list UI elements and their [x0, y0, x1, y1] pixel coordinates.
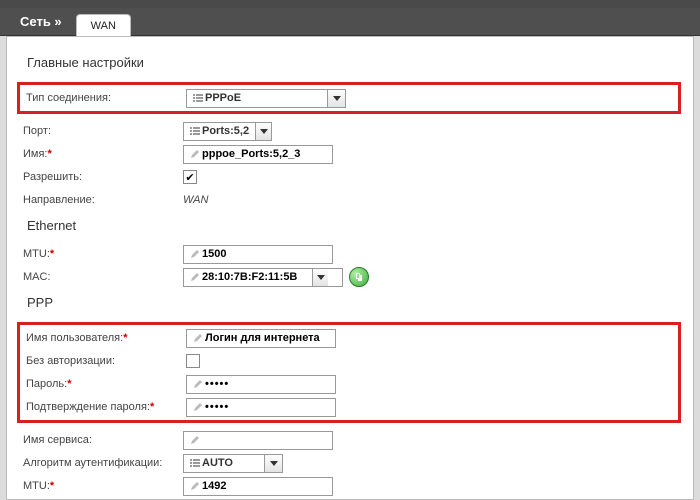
- input-password-confirm-field[interactable]: [205, 401, 325, 413]
- checkbox-noauth[interactable]: [186, 354, 200, 368]
- input-name-field[interactable]: [202, 148, 322, 160]
- pencil-icon: [191, 379, 205, 389]
- page-header: Сеть » WAN: [0, 8, 700, 36]
- input-service-field[interactable]: [202, 434, 322, 446]
- chevron-down-icon[interactable]: [264, 455, 282, 472]
- chevron-down-icon[interactable]: [327, 90, 345, 107]
- input-eth-mtu[interactable]: [183, 245, 333, 264]
- pencil-icon: [191, 402, 205, 412]
- highlight-credentials: Имя пользователя:* Без авторизации: Паро…: [17, 322, 681, 423]
- section-title-ppp: PPP: [21, 289, 681, 320]
- input-password-field[interactable]: [205, 378, 325, 390]
- select-conn-type[interactable]: PPPoE: [186, 89, 346, 108]
- pencil-icon: [188, 249, 202, 259]
- section-title-ethernet: Ethernet: [21, 212, 681, 243]
- label-password-confirm: Подтверждение пароля:*: [26, 401, 186, 413]
- label-eth-mtu: MTU:*: [23, 248, 183, 260]
- input-username[interactable]: [186, 329, 336, 348]
- label-service: Имя сервиса:: [23, 434, 183, 446]
- section-title-main: Главные настройки: [21, 49, 681, 80]
- checkbox-allow[interactable]: ✔: [183, 170, 197, 184]
- chevron-down-icon[interactable]: [255, 123, 271, 140]
- highlight-connection-type: Тип соединения: PPPoE: [17, 82, 681, 114]
- chevron-down-icon[interactable]: [312, 269, 328, 286]
- label-direction: Направление:: [23, 194, 183, 206]
- select-port-value: Ports:5,2: [202, 125, 255, 137]
- label-conn-type: Тип соединения:: [26, 92, 186, 104]
- pencil-icon: [188, 272, 202, 282]
- window-chrome: [0, 0, 700, 8]
- pencil-icon: [188, 481, 202, 491]
- list-icon: [191, 93, 205, 103]
- pencil-icon: [188, 149, 202, 159]
- label-noauth: Без авторизации:: [26, 355, 186, 367]
- input-mac-field[interactable]: [202, 271, 312, 283]
- input-ppp-mtu-field[interactable]: [202, 480, 322, 492]
- breadcrumb[interactable]: Сеть »: [20, 14, 62, 29]
- label-password: Пароль:*: [26, 378, 186, 390]
- tab-wan[interactable]: WAN: [76, 14, 131, 36]
- label-port: Порт:: [23, 125, 183, 137]
- select-auth-value: AUTO: [202, 457, 264, 469]
- input-username-field[interactable]: [205, 332, 325, 344]
- label-mac: MAC:: [23, 271, 183, 283]
- input-password[interactable]: [186, 375, 336, 394]
- select-conn-type-value: PPPoE: [205, 92, 327, 104]
- input-password-confirm[interactable]: [186, 398, 336, 417]
- pencil-icon: [188, 435, 202, 445]
- input-name[interactable]: [183, 145, 333, 164]
- label-ppp-mtu: MTU:*: [23, 480, 183, 492]
- input-mac[interactable]: [183, 268, 343, 287]
- list-icon: [188, 126, 202, 136]
- value-direction: WAN: [183, 194, 208, 206]
- page-body: Главные настройки Тип соединения: PPPoE …: [6, 36, 694, 500]
- input-service[interactable]: [183, 431, 333, 450]
- clone-mac-button[interactable]: [349, 267, 369, 287]
- label-name: Имя:*: [23, 148, 183, 160]
- input-eth-mtu-field[interactable]: [202, 248, 322, 260]
- select-auth[interactable]: AUTO: [183, 454, 283, 473]
- label-auth: Алгоритм аутентификации:: [23, 457, 183, 469]
- list-icon: [188, 458, 202, 468]
- select-port[interactable]: Ports:5,2: [183, 122, 272, 141]
- label-allow: Разрешить:: [23, 171, 183, 183]
- input-ppp-mtu[interactable]: [183, 477, 333, 496]
- label-username: Имя пользователя:*: [26, 332, 186, 344]
- pencil-icon: [191, 333, 205, 343]
